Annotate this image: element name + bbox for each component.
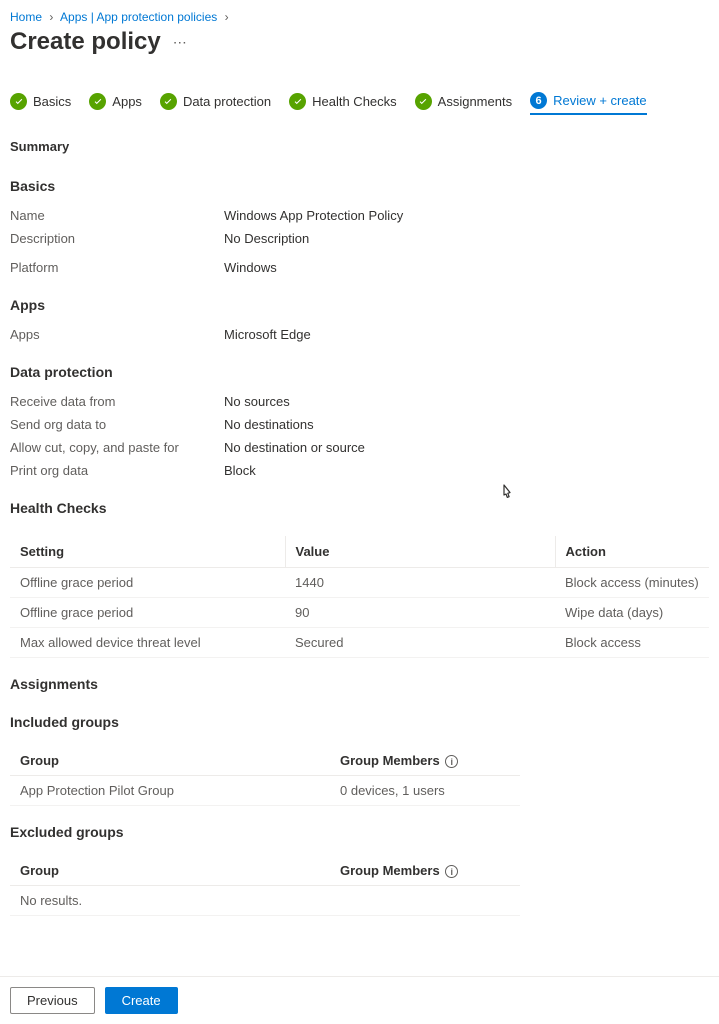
kv-label: Platform (10, 260, 224, 275)
cell-action: Block access (minutes) (555, 568, 709, 598)
cell-value: 1440 (285, 568, 555, 598)
kv-value: Microsoft Edge (224, 327, 311, 342)
cell-action: Block access (555, 628, 709, 658)
col-group[interactable]: Group (10, 856, 330, 886)
breadcrumb-home[interactable]: Home (10, 10, 42, 24)
check-icon (89, 93, 106, 110)
breadcrumb-apps[interactable]: Apps | App protection policies (60, 10, 217, 24)
cell-action: Wipe data (days) (555, 598, 709, 628)
page-title: Create policy (10, 28, 161, 56)
kv-value: Windows App Protection Policy (224, 208, 403, 223)
table-row: Offline grace period 90 Wipe data (days) (10, 598, 709, 628)
check-icon (415, 93, 432, 110)
tab-data-protection[interactable]: Data protection (160, 93, 271, 114)
kv-apps: Apps Microsoft Edge (10, 323, 709, 346)
col-group[interactable]: Group (10, 746, 330, 776)
kv-cut: Allow cut, copy, and paste for No destin… (10, 436, 709, 459)
kv-platform: Platform Windows (10, 250, 709, 279)
col-action[interactable]: Action (555, 536, 709, 568)
info-icon[interactable]: i (445, 755, 458, 768)
col-value[interactable]: Value (285, 536, 555, 568)
kv-name: Name Windows App Protection Policy (10, 204, 709, 227)
check-icon (10, 93, 27, 110)
cell-setting: Offline grace period (10, 568, 285, 598)
tab-label: Health Checks (312, 94, 397, 109)
kv-label: Allow cut, copy, and paste for (10, 440, 224, 455)
col-group-members[interactable]: Group Members i (330, 856, 520, 886)
table-row: Offline grace period 1440 Block access (… (10, 568, 709, 598)
breadcrumb: Home › Apps | App protection policies › (0, 0, 719, 26)
tab-label: Data protection (183, 94, 271, 109)
tab-label: Review + create (553, 93, 647, 108)
kv-value: No sources (224, 394, 290, 409)
kv-value: No Description (224, 231, 309, 246)
tab-review-create[interactable]: 6 Review + create (530, 92, 647, 115)
tab-label: Assignments (438, 94, 512, 109)
kv-print: Print org data Block (10, 459, 709, 482)
kv-label: Name (10, 208, 224, 223)
chevron-right-icon: › (225, 10, 229, 24)
more-icon[interactable]: ⋯ (173, 34, 188, 51)
cell-members: 0 devices, 1 users (330, 776, 520, 806)
health-checks-heading: Health Checks (10, 482, 709, 526)
cell-setting: Offline grace period (10, 598, 285, 628)
info-icon[interactable]: i (445, 865, 458, 878)
tab-apps[interactable]: Apps (89, 93, 142, 114)
check-icon (160, 93, 177, 110)
kv-label: Send org data to (10, 417, 224, 432)
wizard-tabs: Basics Apps Data protection Health Check… (0, 66, 719, 121)
step-number-icon: 6 (530, 92, 547, 109)
check-icon (289, 93, 306, 110)
previous-button[interactable]: Previous (10, 987, 95, 1014)
tab-assignments[interactable]: Assignments (415, 93, 512, 114)
tab-label: Apps (112, 94, 142, 109)
kv-label: Print org data (10, 463, 224, 478)
kv-label: Receive data from (10, 394, 224, 409)
no-results: No results. (10, 886, 520, 916)
create-button[interactable]: Create (105, 987, 178, 1014)
cell-group: App Protection Pilot Group (10, 776, 330, 806)
assignments-heading: Assignments (10, 658, 709, 702)
kv-value: Windows (224, 260, 277, 275)
col-group-members[interactable]: Group Members i (330, 746, 520, 776)
kv-label: Apps (10, 327, 224, 342)
kv-send: Send org data to No destinations (10, 413, 709, 436)
kv-value: No destination or source (224, 440, 365, 455)
kv-label: Description (10, 231, 224, 246)
excluded-groups-table: Group Group Members i (10, 856, 520, 886)
kv-description: Description No Description (10, 227, 709, 250)
kv-value: Block (224, 463, 256, 478)
basics-heading: Basics (10, 160, 709, 204)
chevron-right-icon: › (49, 10, 53, 24)
col-label: Group Members (340, 863, 440, 878)
cell-value: Secured (285, 628, 555, 658)
apps-heading: Apps (10, 279, 709, 323)
tab-label: Basics (33, 94, 71, 109)
tab-basics[interactable]: Basics (10, 93, 71, 114)
col-label: Group Members (340, 753, 440, 768)
tab-health-checks[interactable]: Health Checks (289, 93, 397, 114)
kv-value: No destinations (224, 417, 314, 432)
table-row: Max allowed device threat level Secured … (10, 628, 709, 658)
included-groups-table: Group Group Members i App Protection Pil… (10, 746, 520, 806)
health-checks-table: Setting Value Action Offline grace perio… (10, 536, 709, 658)
included-groups-heading: Included groups (10, 702, 709, 740)
excluded-groups-heading: Excluded groups (10, 806, 709, 850)
table-row: App Protection Pilot Group 0 devices, 1 … (10, 776, 520, 806)
summary-heading: Summary (10, 131, 709, 160)
kv-receive: Receive data from No sources (10, 390, 709, 413)
footer: Previous Create (0, 976, 719, 1024)
data-protection-heading: Data protection (10, 346, 709, 390)
cell-setting: Max allowed device threat level (10, 628, 285, 658)
col-setting[interactable]: Setting (10, 536, 285, 568)
cell-value: 90 (285, 598, 555, 628)
